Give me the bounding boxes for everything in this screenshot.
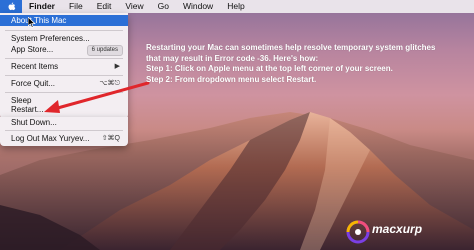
menu-separator [5, 75, 123, 76]
menubar-edit[interactable]: Edit [90, 0, 119, 13]
menubar-finder[interactable]: Finder [22, 0, 62, 13]
menubar-help[interactable]: Help [220, 0, 251, 13]
menubar-view[interactable]: View [118, 0, 150, 13]
logo-swirl-icon [346, 220, 370, 244]
menu-item-label: Shut Down... [11, 118, 57, 127]
menu-item-about[interactable]: About This Mac [0, 15, 128, 26]
mouse-pointer-icon [28, 17, 36, 28]
menu-item-label: System Preferences... [11, 34, 90, 43]
keyboard-shortcut: ⇧⌘Q [101, 135, 120, 142]
menu-item-label: Recent Items [11, 62, 59, 71]
menu-item-shutdown[interactable]: Shut Down... [0, 117, 128, 128]
menu-item-app-store[interactable]: App Store... 6 updates [0, 44, 128, 56]
menubar-go[interactable]: Go [151, 0, 176, 13]
menu-item-label: Log Out Max Yuryev... [11, 134, 90, 143]
logo-text: macxurp [372, 222, 423, 236]
menu-separator [5, 30, 123, 31]
menu-item-system-preferences[interactable]: System Preferences... [0, 33, 128, 44]
menu-item-logout[interactable]: Log Out Max Yuryev... ⇧⌘Q [0, 133, 128, 144]
menu-item-label: App Store... [11, 45, 54, 54]
instruction-line: Step 1: Click on Apple menu at the top l… [146, 64, 393, 73]
apple-logo-icon [8, 2, 15, 10]
menu-item-label: Restart... [11, 105, 44, 114]
menu-bar: Finder File Edit View Go Window Help [0, 0, 474, 13]
menu-separator [5, 58, 123, 59]
instruction-line: Restarting your Mac can sometimes help r… [146, 43, 436, 52]
menubar-window[interactable]: Window [176, 0, 220, 13]
menu-item-label: About This Mac [11, 16, 67, 25]
menubar-file[interactable]: File [62, 0, 90, 13]
instruction-text: Restarting your Mac can sometimes help r… [146, 43, 474, 85]
instruction-line: that may result in Error code -36. Here'… [146, 53, 319, 63]
submenu-arrow-icon: ▶ [114, 63, 120, 70]
menu-item-recent-items[interactable]: Recent Items ▶ [0, 61, 128, 72]
red-arrow-icon [44, 81, 150, 113]
apple-menu-button[interactable] [0, 0, 22, 13]
instruction-line: Step 2: From dropdown menu select Restar… [146, 74, 317, 84]
menu-separator [5, 130, 123, 131]
apple-dropdown-menu-lower: Shut Down... Log Out Max Yuryev... ⇧⌘Q [0, 117, 128, 146]
site-logo: macxurp [340, 216, 474, 250]
updates-badge: 6 updates [86, 45, 123, 56]
